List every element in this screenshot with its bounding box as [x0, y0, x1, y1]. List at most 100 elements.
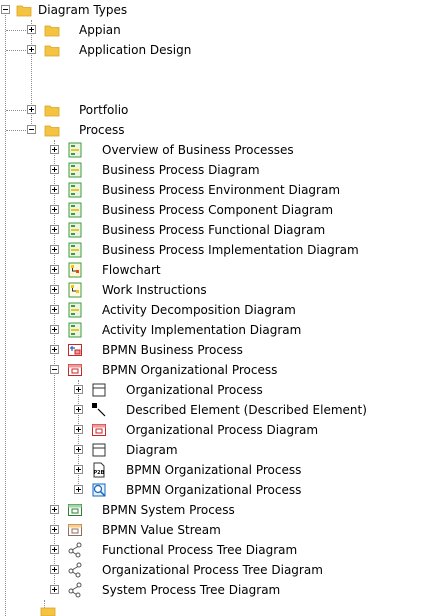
expand-toggle[interactable]	[50, 565, 59, 574]
tree-row-activity-decomposition-diagram[interactable]: Activity Decomposition Diagram	[0, 300, 437, 320]
tree-row-appian[interactable]: Appian	[0, 20, 437, 40]
tree-row-diagram-types[interactable]: Diagram Types	[0, 0, 437, 20]
expand-toggle[interactable]	[74, 445, 83, 454]
expand-toggle[interactable]	[50, 585, 59, 594]
tree-row-activity-implementation-diagram[interactable]: Activity Implementation Diagram	[0, 320, 437, 340]
tree-row-flowchart[interactable]: Flowchart	[0, 260, 437, 280]
tree-row-process[interactable]: Process	[0, 120, 437, 140]
class-box-icon	[92, 383, 106, 397]
expand-toggle[interactable]	[27, 45, 36, 54]
work-instructions-icon	[68, 282, 82, 298]
tree-row-work-instructions[interactable]: Work Instructions	[0, 280, 437, 300]
expand-toggle[interactable]	[50, 545, 59, 554]
green-diagram-icon	[68, 182, 82, 198]
expand-toggle[interactable]	[74, 465, 83, 474]
expand-toggle[interactable]	[27, 25, 36, 34]
tree-row-portfolio[interactable]: Portfolio	[0, 100, 437, 120]
bpmn-organizational-process-icon	[68, 364, 82, 376]
tree-label: Organizational Process Diagram	[126, 423, 319, 437]
process-tree-icon	[68, 562, 82, 578]
expand-toggle[interactable]	[50, 205, 59, 214]
tree-label: Functional Process Tree Diagram	[102, 543, 298, 557]
tree-label: Business Process Implementation Diagram	[102, 243, 359, 257]
tree-row-business-process-environment-diagram[interactable]: Business Process Environment Diagram	[0, 180, 437, 200]
tree-row-bpmn-value-stream[interactable]: BPMN Value Stream	[0, 520, 437, 540]
tree-label: Activity Decomposition Diagram	[102, 303, 296, 317]
tree-row-bpmn-system-process[interactable]: BPMN System Process	[0, 500, 437, 520]
green-diagram-icon	[68, 302, 82, 318]
expand-toggle[interactable]	[74, 485, 83, 494]
tree-label: Organizational Process	[126, 383, 263, 397]
tree-label: BPMN Organizational Process	[126, 483, 302, 497]
tree-row-bpmn-organizational-process[interactable]: BPMN Organizational Process	[0, 360, 437, 380]
search-diagram-icon	[92, 483, 106, 497]
process-tree-icon	[68, 542, 82, 558]
expand-toggle[interactable]	[27, 105, 36, 114]
expand-toggle[interactable]	[50, 525, 59, 534]
collapse-toggle[interactable]	[1, 5, 10, 14]
tree-row-diagram[interactable]: Diagram	[0, 440, 437, 460]
expand-toggle[interactable]	[74, 385, 83, 394]
green-diagram-icon	[68, 162, 82, 178]
expand-toggle[interactable]	[50, 305, 59, 314]
diagram-types-tree: Diagram Types Appian Application Design …	[0, 0, 437, 616]
tree-label: BPMN Organizational Process	[102, 363, 278, 377]
tree-line	[6, 30, 26, 31]
tree-label: Application Design	[79, 43, 192, 57]
tree-label: BPMN Organizational Process	[126, 463, 302, 477]
tree-row-system-process-tree-diagram[interactable]: System Process Tree Diagram	[0, 580, 437, 600]
tree-label: Business Process Environment Diagram	[102, 183, 341, 197]
folder-icon	[40, 607, 56, 616]
tree-row-business-process-component-diagram[interactable]: Business Process Component Diagram	[0, 200, 437, 220]
tree-row-business-process-implementation-diagram[interactable]: Business Process Implementation Diagram	[0, 240, 437, 260]
tree-label: BPMN System Process	[102, 503, 235, 517]
expand-toggle[interactable]	[50, 145, 59, 154]
expand-toggle[interactable]	[50, 505, 59, 514]
tree-label: Business Process Diagram	[102, 163, 260, 177]
tree-label: Work Instructions	[102, 283, 207, 297]
tree-row-overview-of-business-processes[interactable]: Overview of Business Processes	[0, 140, 437, 160]
tree-row-organizational-process[interactable]: Organizational Process	[0, 380, 437, 400]
tree-row-organizational-process-diagram[interactable]: Organizational Process Diagram	[0, 420, 437, 440]
collapse-toggle[interactable]	[27, 125, 36, 134]
folder-icon	[44, 25, 60, 37]
tree-row-bpmn-business-process[interactable]: BPMN Business Process	[0, 340, 437, 360]
green-diagram-icon	[68, 222, 82, 238]
tree-row-described-element[interactable]: Described Element (Described Element)	[0, 400, 437, 420]
tree-row-organizational-process-tree-diagram[interactable]: Organizational Process Tree Diagram	[0, 560, 437, 580]
expand-toggle[interactable]	[50, 345, 59, 354]
folder-icon	[16, 5, 32, 17]
p2b-icon: P2B	[93, 462, 105, 478]
tree-label: Organizational Process Tree Diagram	[102, 563, 323, 577]
expand-toggle[interactable]	[50, 325, 59, 334]
tree-line	[6, 130, 26, 131]
tree-row-bpmn-organizational-process-search[interactable]: BPMN Organizational Process	[0, 480, 437, 500]
tree-row-functional-process-tree-diagram[interactable]: Functional Process Tree Diagram	[0, 540, 437, 560]
class-box-icon	[92, 443, 106, 457]
green-diagram-icon	[68, 242, 82, 258]
tree-row-business-process-diagram[interactable]: Business Process Diagram	[0, 160, 437, 180]
tree-label: Activity Implementation Diagram	[102, 323, 302, 337]
pointer-icon	[92, 403, 106, 417]
expand-toggle[interactable]	[74, 425, 83, 434]
expand-toggle[interactable]	[50, 245, 59, 254]
tree-row-bpmn-organizational-process-p2b[interactable]: P2B BPMN Organizational Process	[0, 460, 437, 480]
tree-label: Diagram	[126, 443, 178, 457]
expand-toggle[interactable]	[50, 185, 59, 194]
bpmn-system-process-icon	[68, 504, 82, 516]
expand-toggle[interactable]	[50, 165, 59, 174]
tree-label: Process	[79, 123, 125, 137]
tree-label: Appian	[79, 23, 121, 37]
expand-toggle[interactable]	[50, 285, 59, 294]
collapse-toggle[interactable]	[50, 365, 59, 374]
tree-label: Portfolio	[79, 103, 129, 117]
tree-line	[6, 50, 26, 51]
bpmn-business-process-icon	[68, 344, 82, 356]
expand-toggle[interactable]	[50, 225, 59, 234]
folder-icon	[44, 105, 60, 117]
tree-row-application-design[interactable]: Application Design	[0, 40, 437, 60]
expand-toggle[interactable]	[74, 405, 83, 414]
tree-label: BPMN Business Process	[102, 343, 243, 357]
expand-toggle[interactable]	[50, 265, 59, 274]
tree-row-business-process-functional-diagram[interactable]: Business Process Functional Diagram	[0, 220, 437, 240]
